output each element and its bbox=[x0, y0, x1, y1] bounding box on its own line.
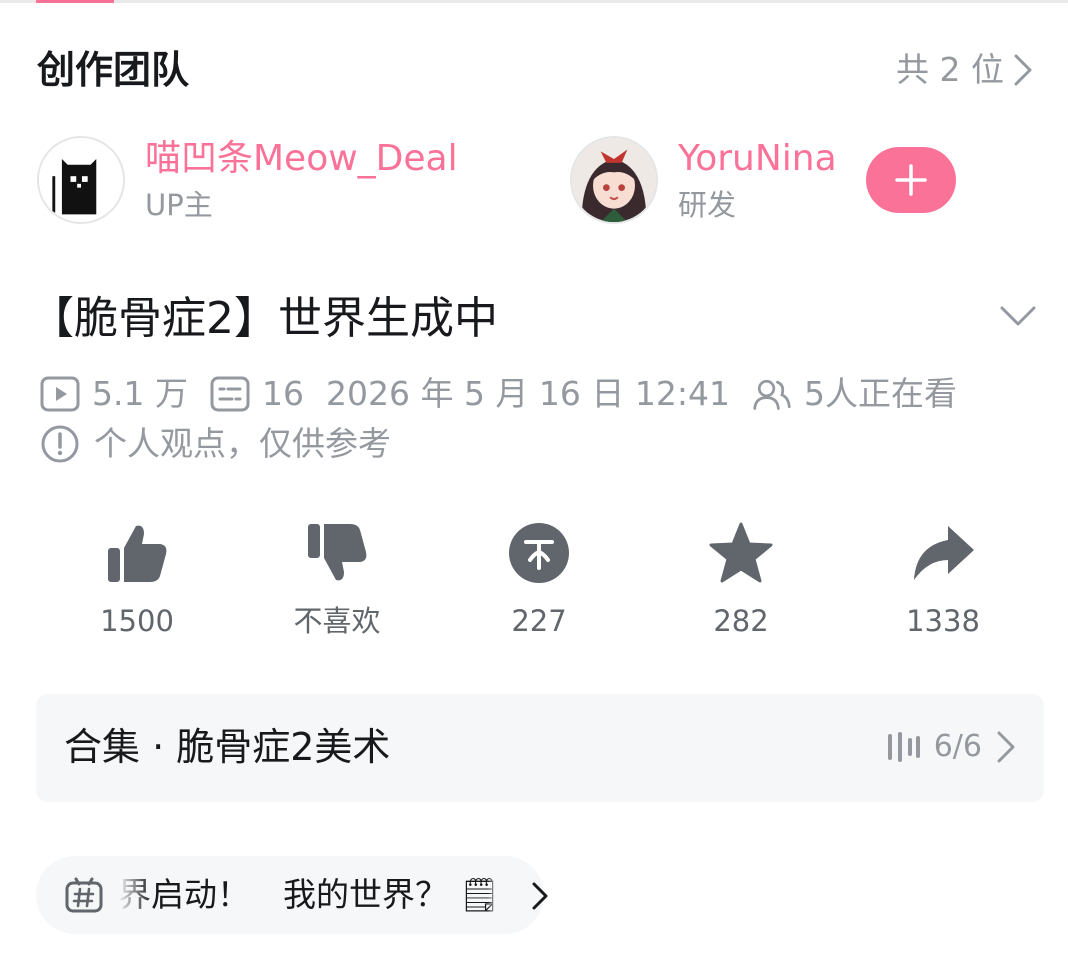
dislike-label: 不喜欢 bbox=[293, 604, 381, 638]
creator-team-title: 创作团队 bbox=[37, 48, 190, 92]
creator-team-count-link[interactable]: 共 2 位 bbox=[896, 48, 1034, 92]
danmaku-icon bbox=[210, 376, 250, 412]
member-name[interactable]: YoruNina bbox=[678, 136, 837, 182]
favorite-count: 282 bbox=[713, 604, 769, 638]
coin-button[interactable]: 227 bbox=[438, 520, 640, 640]
team-member-dev[interactable]: YoruNina 研发 bbox=[570, 134, 837, 226]
chevron-right-icon bbox=[997, 731, 1015, 763]
danmaku-count: 16 bbox=[261, 374, 304, 413]
member-role: UP主 bbox=[145, 188, 213, 222]
like-count: 1500 bbox=[100, 604, 174, 638]
member-role: 研发 bbox=[678, 188, 737, 222]
collection-progress: 6/6 bbox=[933, 729, 982, 764]
notice-row: 个人观点，仅供参考 bbox=[40, 422, 391, 466]
share-count: 1338 bbox=[906, 604, 980, 638]
episode-list-icon bbox=[887, 732, 920, 762]
favorite-button[interactable]: 282 bbox=[640, 520, 842, 640]
chevron-right-icon bbox=[1014, 54, 1032, 86]
video-stats: 5.1 万 16 2026 年 5 月 16 日 12:41 5人正在看 bbox=[40, 372, 957, 416]
topic-marquee: 界启动！ 我的世界？ 🗒 bbox=[118, 872, 498, 918]
publish-datetime: 2026 年 5 月 16 日 12:41 bbox=[325, 374, 730, 413]
exclamation-circle-icon bbox=[41, 425, 79, 463]
topic-hash-icon bbox=[65, 877, 103, 913]
black-cat-avatar-icon bbox=[39, 138, 123, 222]
topic-tag[interactable]: 界启动！ 我的世界？ 🗒 bbox=[36, 856, 548, 934]
collection-title: 合集 · 脆骨症2美术 bbox=[64, 725, 391, 769]
creator-team-count: 共 2 位 bbox=[896, 50, 1004, 89]
team-member-up[interactable]: 喵凹条Meow_Deal UP主 bbox=[37, 134, 458, 226]
collection-card[interactable]: 合集 · 脆骨症2美术 6/6 bbox=[36, 694, 1044, 802]
follow-button[interactable] bbox=[866, 147, 956, 213]
thumbs-down-icon bbox=[308, 524, 367, 581]
action-bar: 1500 不喜欢 227 282 1338 bbox=[36, 520, 1036, 650]
play-count-icon bbox=[40, 376, 80, 412]
chevron-right-icon bbox=[532, 882, 548, 910]
view-count: 5.1 万 bbox=[92, 374, 188, 413]
avatar[interactable] bbox=[37, 136, 125, 224]
active-tab-indicator bbox=[36, 0, 114, 3]
member-name[interactable]: 喵凹条Meow_Deal bbox=[145, 136, 458, 182]
anime-girl-avatar-icon bbox=[572, 138, 656, 222]
chevron-down-icon[interactable] bbox=[998, 300, 1038, 330]
video-title: 【脆骨症2】世界生成中 bbox=[30, 293, 498, 344]
topic-text: 界启动！ 我的世界？ 🗒 bbox=[118, 875, 498, 914]
share-icon bbox=[914, 526, 974, 580]
tab-underline-track bbox=[0, 0, 1068, 3]
share-button[interactable]: 1338 bbox=[842, 520, 1044, 640]
star-icon bbox=[709, 522, 773, 583]
plus-icon bbox=[895, 164, 927, 196]
thumbs-up-icon bbox=[108, 525, 167, 582]
dislike-button[interactable]: 不喜欢 bbox=[236, 520, 438, 640]
notice-text: 个人观点，仅供参考 bbox=[94, 424, 391, 463]
watching-count: 5人正在看 bbox=[804, 374, 957, 413]
coin-icon bbox=[509, 523, 569, 583]
like-button[interactable]: 1500 bbox=[36, 520, 238, 640]
watching-people-icon bbox=[753, 379, 791, 410]
coin-count: 227 bbox=[511, 604, 567, 638]
avatar[interactable] bbox=[570, 136, 658, 224]
